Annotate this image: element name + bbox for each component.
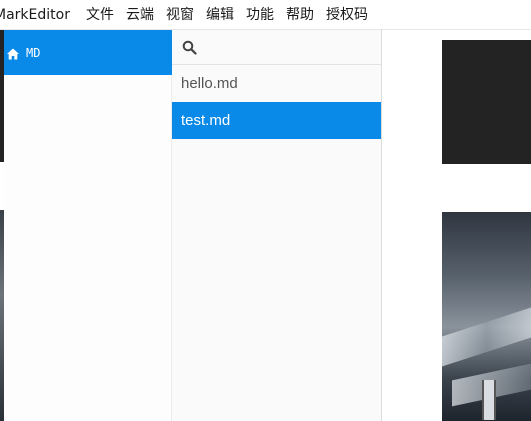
desktop-background-dark-right	[442, 40, 531, 164]
search-bar	[172, 30, 381, 65]
file-item-test-selected[interactable]: test.md	[172, 102, 381, 139]
search-icon[interactable]	[182, 40, 197, 55]
folder-label: MD	[26, 45, 41, 60]
menu-features[interactable]: 功能	[240, 0, 280, 30]
menu-file[interactable]: 文件	[80, 0, 120, 30]
folder-sidebar: MD	[4, 30, 172, 421]
menu-window[interactable]: 视窗	[160, 0, 200, 30]
menu-help[interactable]: 帮助	[280, 0, 320, 30]
menu-license[interactable]: 授权码	[320, 0, 374, 30]
menu-bar: MarkEditor 文件 云端 视窗 编辑 功能 帮助 授权码	[0, 0, 531, 30]
file-item-hello[interactable]: hello.md	[172, 65, 381, 102]
desktop-wallpaper-photo-right	[442, 212, 531, 421]
menu-cloud[interactable]: 云端	[120, 0, 160, 30]
wallpaper-snow-terrace	[442, 307, 531, 367]
menu-app-name[interactable]: MarkEditor	[0, 0, 80, 30]
home-icon	[6, 46, 20, 60]
editor-area[interactable]	[382, 30, 442, 421]
menu-edit[interactable]: 编辑	[200, 0, 240, 30]
search-input[interactable]	[203, 34, 377, 60]
file-list-panel: hello.md test.md	[172, 30, 382, 421]
folder-item-md[interactable]: MD	[4, 30, 172, 75]
wallpaper-tower	[482, 380, 496, 420]
